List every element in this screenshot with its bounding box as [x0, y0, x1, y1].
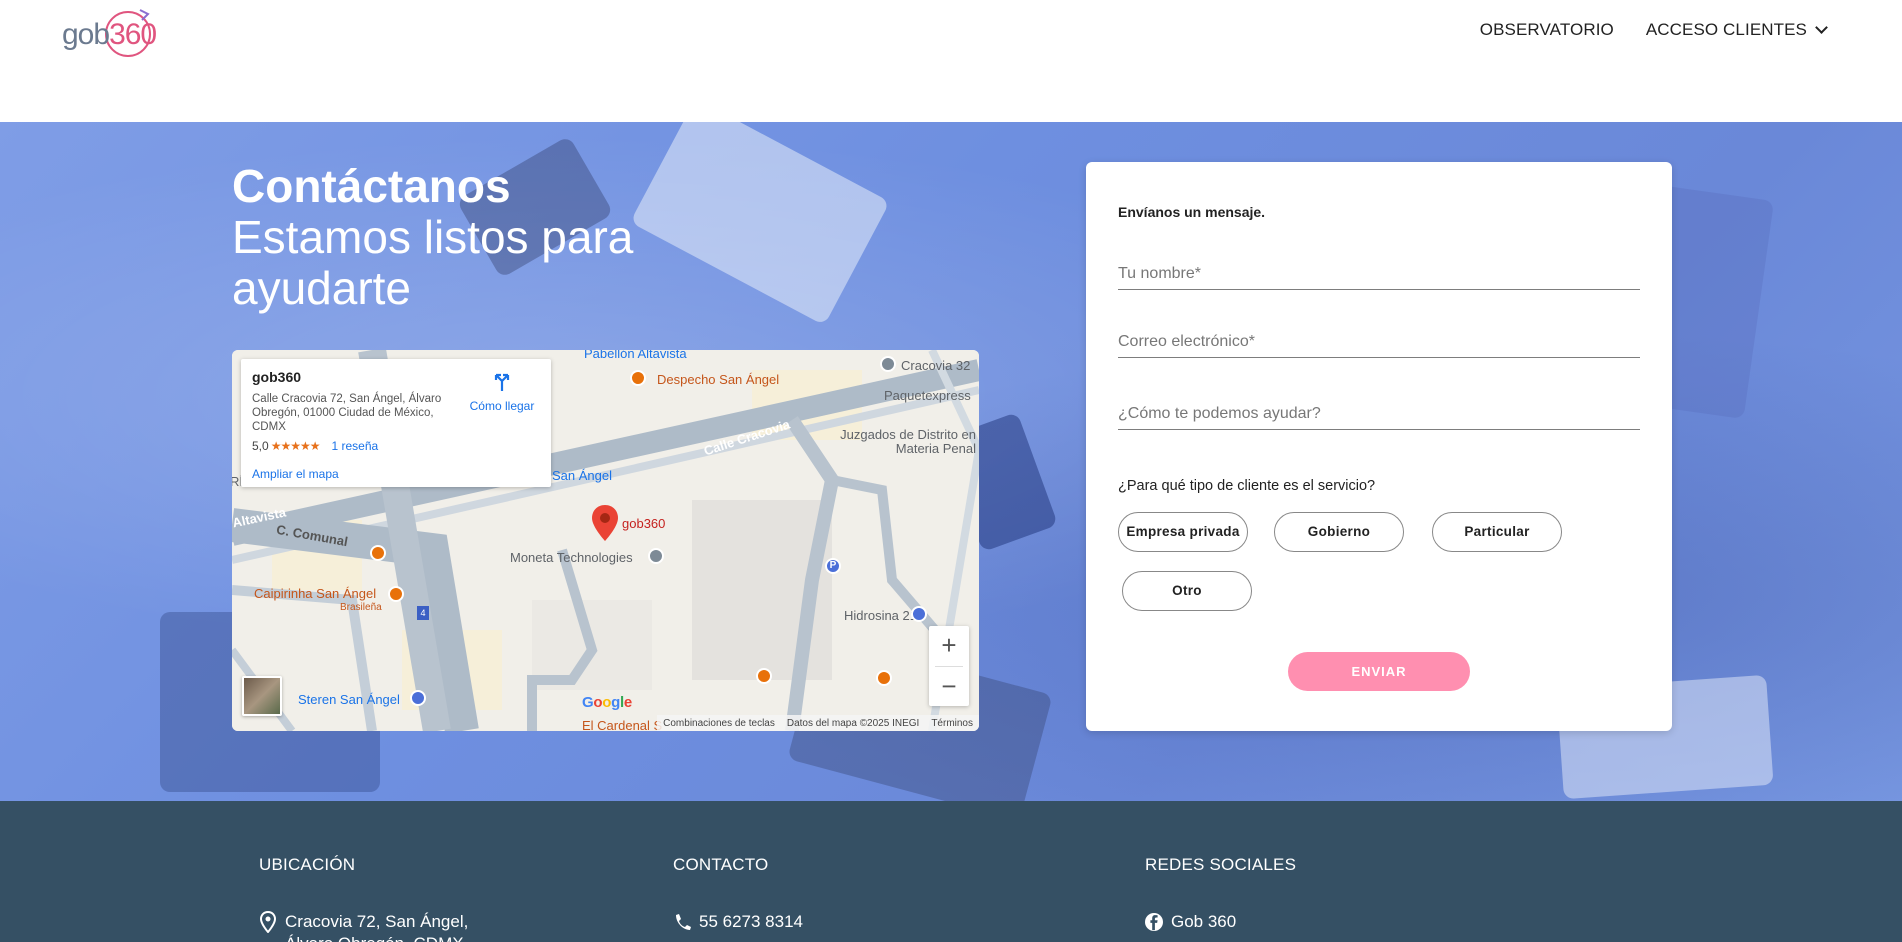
page-subtitle: Estamos listos para ayudarte	[232, 211, 634, 314]
restaurant-icon	[388, 586, 404, 602]
footer-location: UBICACIÓN Cracovia 72, San Ángel, Álvaro…	[259, 855, 475, 942]
map-label-cracovia32: Cracovia 32	[901, 358, 971, 373]
map-label-cardenal: El Cardenal S	[582, 718, 663, 731]
footer-location-heading: UBICACIÓN	[259, 855, 356, 874]
logo-text: gob360	[62, 18, 157, 52]
keyboard-shortcuts-link[interactable]: Combinaciones de teclas	[663, 718, 775, 729]
restaurant-icon	[370, 545, 386, 561]
option-otro[interactable]: Otro	[1122, 571, 1252, 611]
form-heading: Envíanos un mensaje.	[1118, 204, 1266, 220]
place-rating: 5,0 ★★★★★ 1 reseña	[252, 439, 541, 453]
site-footer: UBICACIÓN Cracovia 72, San Ángel, Álvaro…	[0, 801, 1902, 942]
footer-facebook[interactable]: Gob 360	[1145, 911, 1296, 933]
map-label-san-angel: San Ángel	[552, 468, 612, 483]
hero-title-block: Contáctanos Estamos listos para ayudarte	[232, 160, 672, 314]
place-info-card: gob360 Calle Cracovia 72, San Ángel, Álv…	[241, 359, 551, 487]
zoom-controls: + −	[929, 626, 969, 706]
footer-contact: CONTACTO 55 6273 8314	[673, 855, 803, 933]
directions-label: Cómo llegar	[469, 399, 535, 413]
embedded-map[interactable]: Pabellón Altavista Cracovia 32 Despecho …	[232, 350, 979, 731]
map-label-steren: Steren San Ángel	[298, 692, 400, 707]
location-pin-icon	[259, 911, 277, 933]
map-label-despecho: Despecho San Ángel	[657, 372, 780, 387]
terms-link[interactable]: Términos	[931, 718, 973, 729]
google-logo: Google	[582, 694, 632, 711]
page-title: Contáctanos	[232, 160, 511, 212]
restaurant-icon	[876, 670, 892, 686]
shopping-icon	[410, 690, 426, 706]
option-empresa-privada[interactable]: Empresa privada	[1118, 512, 1248, 552]
rating-stars-icon: ★★★★★	[270, 439, 321, 453]
parking-icon: P	[825, 558, 841, 574]
reviews-link[interactable]: 1 reseña	[331, 439, 378, 453]
logo-number: 360	[109, 18, 157, 51]
map-label-moneta: Moneta Technologies	[510, 550, 633, 565]
directions-icon	[494, 373, 510, 391]
gob360-logo[interactable]: gob360	[62, 4, 157, 60]
map-label-paquetexpress: Paquetexpress	[884, 388, 971, 403]
footer-address: Cracovia 72, San Ángel, Álvaro Obregón, …	[259, 911, 475, 942]
map-data-text: Datos del mapa ©2025 INEGI	[786, 717, 920, 729]
footer-phone-text: 55 6273 8314	[699, 912, 803, 931]
footer-contact-heading: CONTACTO	[673, 855, 769, 874]
footer-social: REDES SOCIALES Gob 360	[1145, 855, 1296, 933]
zoom-out-button[interactable]: −	[929, 667, 969, 707]
message-field[interactable]: ¿Cómo te podemos ayudar?	[1118, 405, 1640, 430]
directions-button[interactable]: Cómo llegar	[467, 371, 537, 413]
footer-facebook-text: Gob 360	[1171, 912, 1237, 931]
map-label-brasilena: Brasileña	[340, 602, 382, 613]
logo-word: gob	[62, 18, 110, 51]
rating-value: 5,0	[252, 439, 269, 453]
map-label-pabellon: Pabellón Altavista	[584, 350, 687, 361]
nav-acceso-clientes-label: ACCESO CLIENTES	[1645, 20, 1807, 39]
map-poi-icon	[880, 356, 896, 372]
name-field[interactable]: Tu nombre*	[1118, 265, 1640, 290]
expand-map-link[interactable]: Ampliar el mapa	[252, 467, 339, 481]
map-poi-icon	[648, 548, 664, 564]
contact-form: Envíanos un mensaje. Tu nombre* Correo e…	[1086, 162, 1672, 731]
main-nav: OBSERVATORIO ACCESO CLIENTES	[1480, 20, 1828, 40]
nav-acceso-clientes[interactable]: ACCESO CLIENTES	[1645, 20, 1828, 40]
zoom-in-button[interactable]: +	[929, 626, 969, 666]
map-label-juzgados: Juzgados de Distrito en Materia Penal	[840, 427, 976, 456]
option-gobierno[interactable]: Gobierno	[1274, 512, 1404, 552]
map-attribution: Combinaciones de teclas Datos del mapa ©…	[657, 715, 979, 731]
send-button[interactable]: ENVIAR	[1288, 652, 1470, 691]
place-address: Calle Cracovia 72, San Ángel, Álvaro Obr…	[252, 393, 442, 433]
satellite-view-toggle[interactable]	[242, 676, 282, 716]
footer-address-text: Cracovia 72, San Ángel, Álvaro Obregón, …	[285, 912, 469, 942]
route-shield: 4	[417, 606, 429, 620]
nav-observatorio[interactable]: OBSERVATORIO	[1480, 20, 1614, 40]
email-field[interactable]: Correo electrónico*	[1118, 333, 1640, 358]
chevron-down-icon	[1815, 21, 1828, 34]
footer-social-heading: REDES SOCIALES	[1145, 855, 1297, 874]
restaurant-icon	[756, 668, 772, 684]
site-header: gob360 OBSERVATORIO ACCESO CLIENTES	[0, 0, 1902, 122]
location-pin-icon	[592, 505, 618, 541]
restaurant-icon	[630, 370, 646, 386]
gas-station-icon	[911, 606, 927, 622]
client-type-question: ¿Para qué tipo de cliente es el servicio…	[1118, 478, 1376, 494]
footer-phone[interactable]: 55 6273 8314	[673, 911, 803, 933]
map-label-caipirinha: Caipirinha San Ángel	[254, 586, 377, 601]
phone-icon	[676, 914, 691, 930]
map-pin-label: gob360	[622, 516, 666, 531]
facebook-icon	[1145, 913, 1163, 931]
map-label-hidrosina: Hidrosina 21	[844, 608, 917, 623]
option-particular[interactable]: Particular	[1432, 512, 1562, 552]
hero-section: Contáctanos Estamos listos para ayudarte…	[0, 122, 1902, 801]
